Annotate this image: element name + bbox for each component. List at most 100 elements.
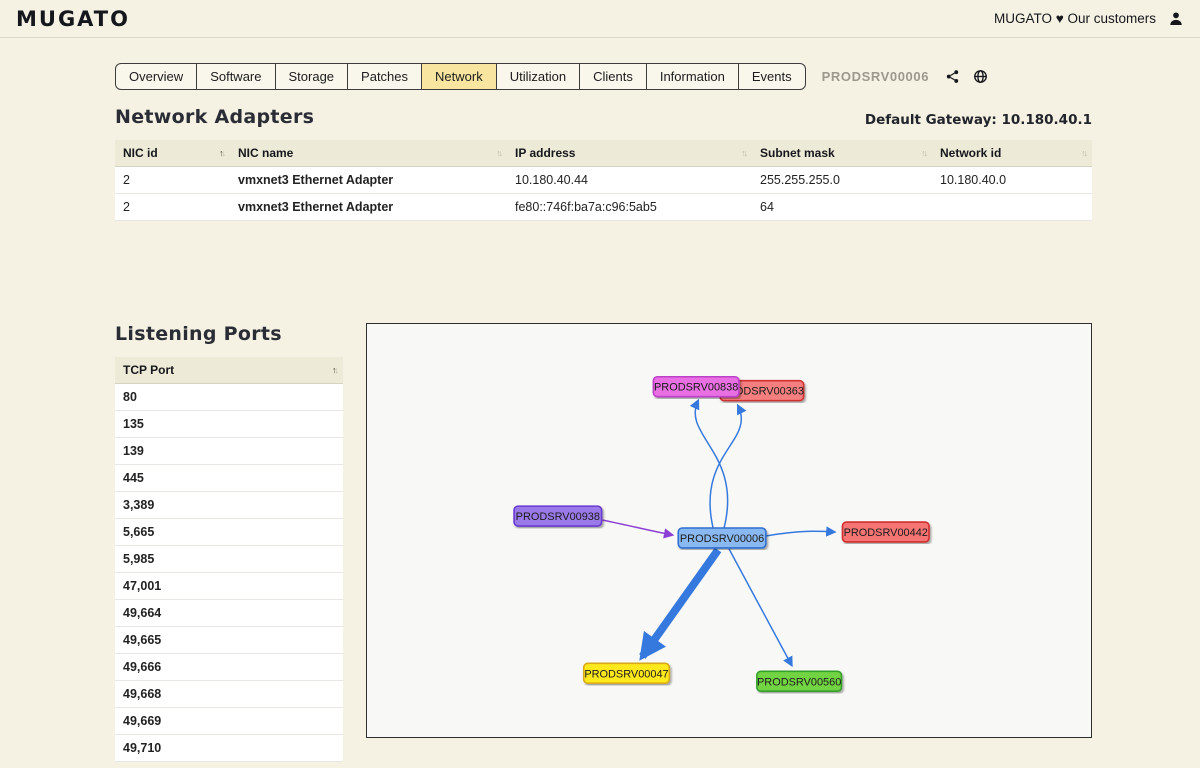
port-row: 49,666 <box>115 654 343 681</box>
sort-icon: ↑↓ <box>741 148 746 158</box>
port-row: 5,985 <box>115 546 343 573</box>
column-label: NIC name <box>238 146 293 160</box>
graph-node-label: PRODSRV00047 <box>584 668 668 680</box>
port-value: 5,665 <box>115 519 343 546</box>
adapter-row: 2vmxnet3 Ethernet Adapterfe80::746f:ba7a… <box>115 194 1092 221</box>
adapter-cell: 10.180.40.0 <box>932 167 1092 194</box>
tab-patches[interactable]: Patches <box>348 64 422 89</box>
tab-events[interactable]: Events <box>739 64 805 89</box>
graph-edge-prodsrv00006-to-prodsrv00442 <box>766 531 835 536</box>
port-value: 445 <box>115 465 343 492</box>
port-row: 49,669 <box>115 708 343 735</box>
graph-node-label: PRODSRV00560 <box>757 676 841 688</box>
adapter-row: 2vmxnet3 Ethernet Adapter10.180.40.44255… <box>115 167 1092 194</box>
sort-icon: ↑↓ <box>496 148 501 158</box>
graph-node-label: PRODSRV00442 <box>844 527 928 539</box>
port-value: 49,666 <box>115 654 343 681</box>
column-label: NIC id <box>123 146 158 160</box>
tab-network[interactable]: Network <box>422 64 497 89</box>
port-row: 49,668 <box>115 681 343 708</box>
graph-edge-prodsrv00006-to-prodsrv00047 <box>642 550 718 656</box>
graph-edge-prodsrv00006-to-prodsrv00363 <box>710 406 741 528</box>
person-icon <box>1168 11 1184 27</box>
port-value: 47,001 <box>115 573 343 600</box>
sort-icon: ↑↓ <box>1081 148 1086 158</box>
adapter-cell: vmxnet3 Ethernet Adapter <box>230 167 507 194</box>
column-header-network-id[interactable]: Network id ↑↓ <box>932 140 1092 167</box>
column-label: IP address <box>515 146 575 160</box>
column-label: TCP Port <box>123 363 174 377</box>
graph-node-prodsrv00006[interactable]: PRODSRV00006 <box>678 528 766 548</box>
topology-svg: PRODSRV00363PRODSRV00838PRODSRV00938PROD… <box>367 324 1091 737</box>
default-gateway: Default Gateway: 10.180.40.1 <box>865 112 1092 128</box>
graph-node-label: PRODSRV00006 <box>680 533 764 545</box>
tab-utilization[interactable]: Utilization <box>497 64 580 89</box>
port-row: 49,665 <box>115 627 343 654</box>
column-header-nic-name[interactable]: NIC name ↑↓ <box>230 140 507 167</box>
share-icon <box>945 69 960 84</box>
adapter-cell: 255.255.255.0 <box>752 167 932 194</box>
graph-node-prodsrv00560[interactable]: PRODSRV00560 <box>757 671 842 691</box>
top-bar: MUGATO MUGATO ♥ Our customers <box>0 0 1200 38</box>
user-account-icon[interactable] <box>1168 11 1184 27</box>
network-topology-graph: PRODSRV00363PRODSRV00838PRODSRV00938PROD… <box>366 323 1092 738</box>
graph-edge-prodsrv00006-to-prodsrv00560 <box>729 549 792 665</box>
graph-node-prodsrv00047[interactable]: PRODSRV00047 <box>584 663 670 683</box>
tab-overview[interactable]: Overview <box>116 64 197 89</box>
customers-text: MUGATO ♥ Our customers <box>994 11 1156 26</box>
graph-node-label: PRODSRV00938 <box>516 511 600 523</box>
adapter-cell: vmxnet3 Ethernet Adapter <box>230 194 507 221</box>
column-label: Subnet mask <box>760 146 835 160</box>
port-value: 49,710 <box>115 735 343 762</box>
adapter-cell: 10.180.40.44 <box>507 167 752 194</box>
adapters-header-row: NIC id↑↓NIC name↑↓IP address↑↓Subnet mas… <box>115 140 1092 167</box>
ports-header-row: TCP Port↑↓ <box>115 357 343 384</box>
tab-clients[interactable]: Clients <box>580 64 647 89</box>
column-header-tcp-port[interactable]: TCP Port↑↓ <box>115 357 343 384</box>
port-row: 49,710 <box>115 735 343 762</box>
server-label: PRODSRV00006 <box>822 69 929 84</box>
column-label: Network id <box>940 146 1001 160</box>
port-value: 80 <box>115 384 343 411</box>
port-row: 47,001 <box>115 573 343 600</box>
graph-node-label: PRODSRV00838 <box>654 382 738 394</box>
port-row: 445 <box>115 465 343 492</box>
adapter-cell: fe80::746f:ba7a:c96:5ab5 <box>507 194 752 221</box>
port-value: 49,665 <box>115 627 343 654</box>
port-row: 3,389 <box>115 492 343 519</box>
graph-node-prodsrv00938[interactable]: PRODSRV00938 <box>514 506 602 526</box>
ports-title: Listening Ports <box>115 323 343 345</box>
tab-information[interactable]: Information <box>647 64 739 89</box>
column-header-nic-id[interactable]: NIC id↑↓ <box>115 140 230 167</box>
globe-glyph-icon <box>973 69 988 84</box>
column-header-subnet-mask[interactable]: Subnet mask ↑↓ <box>752 140 932 167</box>
port-row: 80 <box>115 384 343 411</box>
topology-icon[interactable] <box>945 69 960 84</box>
tab-software[interactable]: Software <box>197 64 275 89</box>
port-row: 5,665 <box>115 519 343 546</box>
port-row: 139 <box>115 438 343 465</box>
app-logo: MUGATO <box>16 7 130 31</box>
adapters-table: NIC id↑↓NIC name↑↓IP address↑↓Subnet mas… <box>115 140 1092 221</box>
port-row: 49,664 <box>115 600 343 627</box>
port-value: 49,669 <box>115 708 343 735</box>
tab-storage[interactable]: Storage <box>276 64 349 89</box>
port-row: 135 <box>115 411 343 438</box>
tab-bar: OverviewSoftwareStoragePatchesNetworkUti… <box>115 63 806 90</box>
adapter-cell: 2 <box>115 167 230 194</box>
adapter-cell <box>932 194 1092 221</box>
ports-table: TCP Port↑↓ 801351394453,3895,6655,98547,… <box>115 357 343 762</box>
port-value: 3,389 <box>115 492 343 519</box>
tabs-row: OverviewSoftwareStoragePatchesNetworkUti… <box>115 63 1092 90</box>
adapter-cell: 64 <box>752 194 932 221</box>
port-value: 5,985 <box>115 546 343 573</box>
column-header-ip-address[interactable]: IP address ↑↓ <box>507 140 752 167</box>
sort-icon: ↑↓ <box>921 148 926 158</box>
graph-edge-prodsrv00006-to-prodsrv00838 <box>695 401 727 528</box>
graph-node-prodsrv00442[interactable]: PRODSRV00442 <box>842 522 929 542</box>
graph-node-prodsrv00838[interactable]: PRODSRV00838 <box>653 377 739 397</box>
port-value: 49,664 <box>115 600 343 627</box>
port-value: 139 <box>115 438 343 465</box>
adapter-cell: 2 <box>115 194 230 221</box>
globe-icon[interactable] <box>973 69 988 84</box>
